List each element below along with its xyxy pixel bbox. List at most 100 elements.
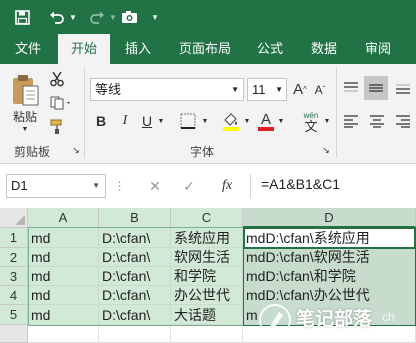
align-right-icon[interactable] [392,110,414,132]
table-cell[interactable]: D:\cfan\ [99,286,171,305]
align-middle-icon[interactable] [364,76,388,100]
fill-color-dropdown-icon[interactable]: ▼ [242,112,252,130]
name-box[interactable]: D1 ▼ [6,174,106,198]
row-header[interactable]: 2 [0,248,28,267]
table-cell[interactable]: D:\cfan\ [99,228,171,248]
italic-button[interactable]: I [116,110,134,132]
paste-dropdown-icon[interactable]: ▼ [20,124,30,134]
quick-access-toolbar: ▼ ▼ ▾ [0,0,416,34]
bold-button[interactable]: B [92,110,110,132]
underline-button[interactable]: U [138,110,156,132]
worksheet-grid: A B C D 1 md D:\cfan\ 系统应用 mdD:\cfan\系统应… [0,208,416,343]
row-header[interactable]: 5 [0,305,28,325]
tab-page-layout[interactable]: 页面布局 [172,34,238,64]
chevron-down-icon: ▼ [275,85,283,94]
table-cell[interactable]: D:\cfan\ [99,305,171,325]
font-launcher-icon[interactable]: ↘ [320,144,332,156]
font-color-button[interactable]: A [256,110,276,132]
align-top-icon[interactable] [340,78,362,98]
table-cell[interactable]: 大话题 [171,305,243,325]
select-all-button[interactable] [0,208,28,228]
underline-dropdown-icon[interactable]: ▼ [156,112,166,130]
table-cell[interactable]: m [243,305,416,325]
row-header[interactable] [0,325,28,343]
cancel-icon[interactable]: ✕ [144,176,166,196]
tab-insert[interactable]: 插入 [116,34,160,64]
insert-function-button[interactable]: fx [214,176,240,196]
borders-icon[interactable] [176,110,200,132]
table-cell[interactable]: 系统应用 [171,228,243,248]
ribbon-tabs: 文件 开始 插入 页面布局 公式 数据 审阅 [0,34,416,64]
column-header-b[interactable]: B [99,208,171,228]
font-name-select[interactable]: 等线 ▼ [90,78,244,101]
row-header[interactable]: 1 [0,228,28,248]
clipboard-group-label: 剪贴板 [14,145,51,159]
row-header[interactable]: 3 [0,267,28,286]
align-center-icon[interactable] [366,110,388,132]
table-cell[interactable] [243,325,416,343]
paste-button[interactable]: 粘贴 [10,108,40,124]
tab-home[interactable]: 开始 [58,34,110,64]
table-cell[interactable] [171,325,243,343]
font-color-letter: A [260,110,271,128]
increase-font-size-button[interactable]: A ^ [291,78,309,101]
formula-bar-grip-icon: ⋮ [113,179,126,193]
tab-formulas[interactable]: 公式 [250,34,290,64]
borders-dropdown-icon[interactable]: ▼ [200,112,210,130]
cut-icon[interactable] [48,70,66,88]
tab-data[interactable]: 数据 [304,34,344,64]
font-size-select[interactable]: 11 ▼ [247,78,287,101]
fill-color-icon[interactable] [220,110,242,132]
table-cell[interactable]: 软网生活 [171,248,243,267]
undo-dropdown-icon[interactable]: ▼ [68,5,78,29]
redo-dropdown-icon[interactable]: ▼ [108,5,118,29]
table-cell[interactable]: md [28,267,99,286]
table-cell[interactable] [28,325,99,343]
phonetic-dropdown-icon[interactable]: ▼ [322,112,332,130]
format-painter-icon[interactable] [48,118,66,136]
align-left-icon[interactable] [340,110,362,132]
ribbon-divider [84,68,85,158]
font-color-dropdown-icon[interactable]: ▼ [276,112,286,130]
formula-input[interactable]: =A1&B1&C1 [250,174,416,198]
table-cell[interactable]: 办公世代 [171,286,243,305]
font-color-swatch [258,126,274,131]
paste-icon[interactable] [8,72,42,108]
column-header-d[interactable]: D [243,208,416,228]
table-cell[interactable]: md [28,248,99,267]
redo-icon[interactable] [86,5,108,29]
active-cell[interactable]: mdD:\cfan\系统应用 [243,228,416,248]
table-cell[interactable]: D:\cfan\ [99,248,171,267]
ribbon-divider [336,68,337,158]
align-bottom-icon[interactable] [392,78,414,98]
tab-file[interactable]: 文件 [6,34,50,64]
table-cell[interactable]: D:\cfan\ [99,267,171,286]
enter-icon[interactable]: ✓ [178,176,200,196]
table-cell[interactable] [99,325,171,343]
font-group-label: 字体 [190,145,215,159]
table-cell[interactable]: mdD:\cfan\软网生活 [243,248,416,267]
table-cell[interactable]: md [28,228,99,248]
table-cell[interactable]: mdD:\cfan\办公世代 [243,286,416,305]
table-cell[interactable]: md [28,286,99,305]
phonetic-char: 文 [304,119,318,134]
chevron-down-icon: ▼ [92,181,100,190]
save-icon[interactable] [10,5,34,29]
decrease-font-size-button[interactable]: Aˇ [311,78,329,101]
table-cell[interactable]: mdD:\cfan\和学院 [243,267,416,286]
table-cell[interactable]: md [28,305,99,325]
undo-icon[interactable] [46,5,68,29]
tab-review[interactable]: 审阅 [358,34,398,64]
column-header-c[interactable]: C [171,208,243,228]
name-box-value: D1 [11,178,28,193]
ribbon: 粘贴 ▼ 剪贴板 ↘ 等线 ▼ 11 ▼ A ^ Aˇ B I U ▼ ▼ ▼ A… [0,64,416,164]
table-cell[interactable]: 和学院 [171,267,243,286]
column-header-a[interactable]: A [28,208,99,228]
camera-icon[interactable] [118,5,140,29]
clipboard-launcher-icon[interactable]: ↘ [70,144,82,156]
formula-bar: D1 ▼ ⋮ ✕ ✓ fx =A1&B1&C1 [0,164,416,208]
font-size-value: 11 [252,82,266,97]
row-header[interactable]: 4 [0,286,28,305]
customize-dropdown-icon[interactable]: ▾ [148,5,162,29]
copy-icon[interactable] [48,94,74,112]
